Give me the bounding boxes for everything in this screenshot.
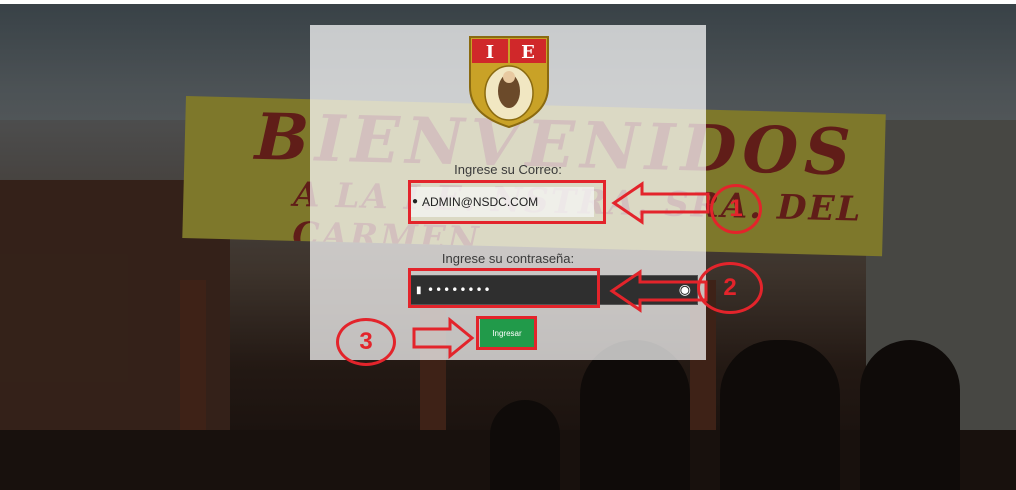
button-highlight-box: [476, 316, 537, 350]
right-arrow-icon: [412, 316, 475, 360]
email-label: Ingrese su Correo:: [454, 162, 562, 177]
top-border: [0, 0, 1016, 4]
svg-text:I: I: [486, 42, 494, 63]
left-arrow-icon: [609, 269, 708, 313]
step-1-marker: 1: [710, 184, 762, 234]
password-label: Ingrese su contraseña:: [441, 251, 575, 266]
svg-text:E: E: [521, 42, 535, 63]
step-2-marker: 2: [697, 262, 763, 314]
password-highlight-box: [408, 268, 600, 308]
email-highlight-box: [408, 180, 606, 224]
school-crest-icon: I E: [469, 36, 549, 129]
step-3-marker: 3: [336, 318, 396, 366]
left-arrow-icon: [611, 181, 710, 225]
